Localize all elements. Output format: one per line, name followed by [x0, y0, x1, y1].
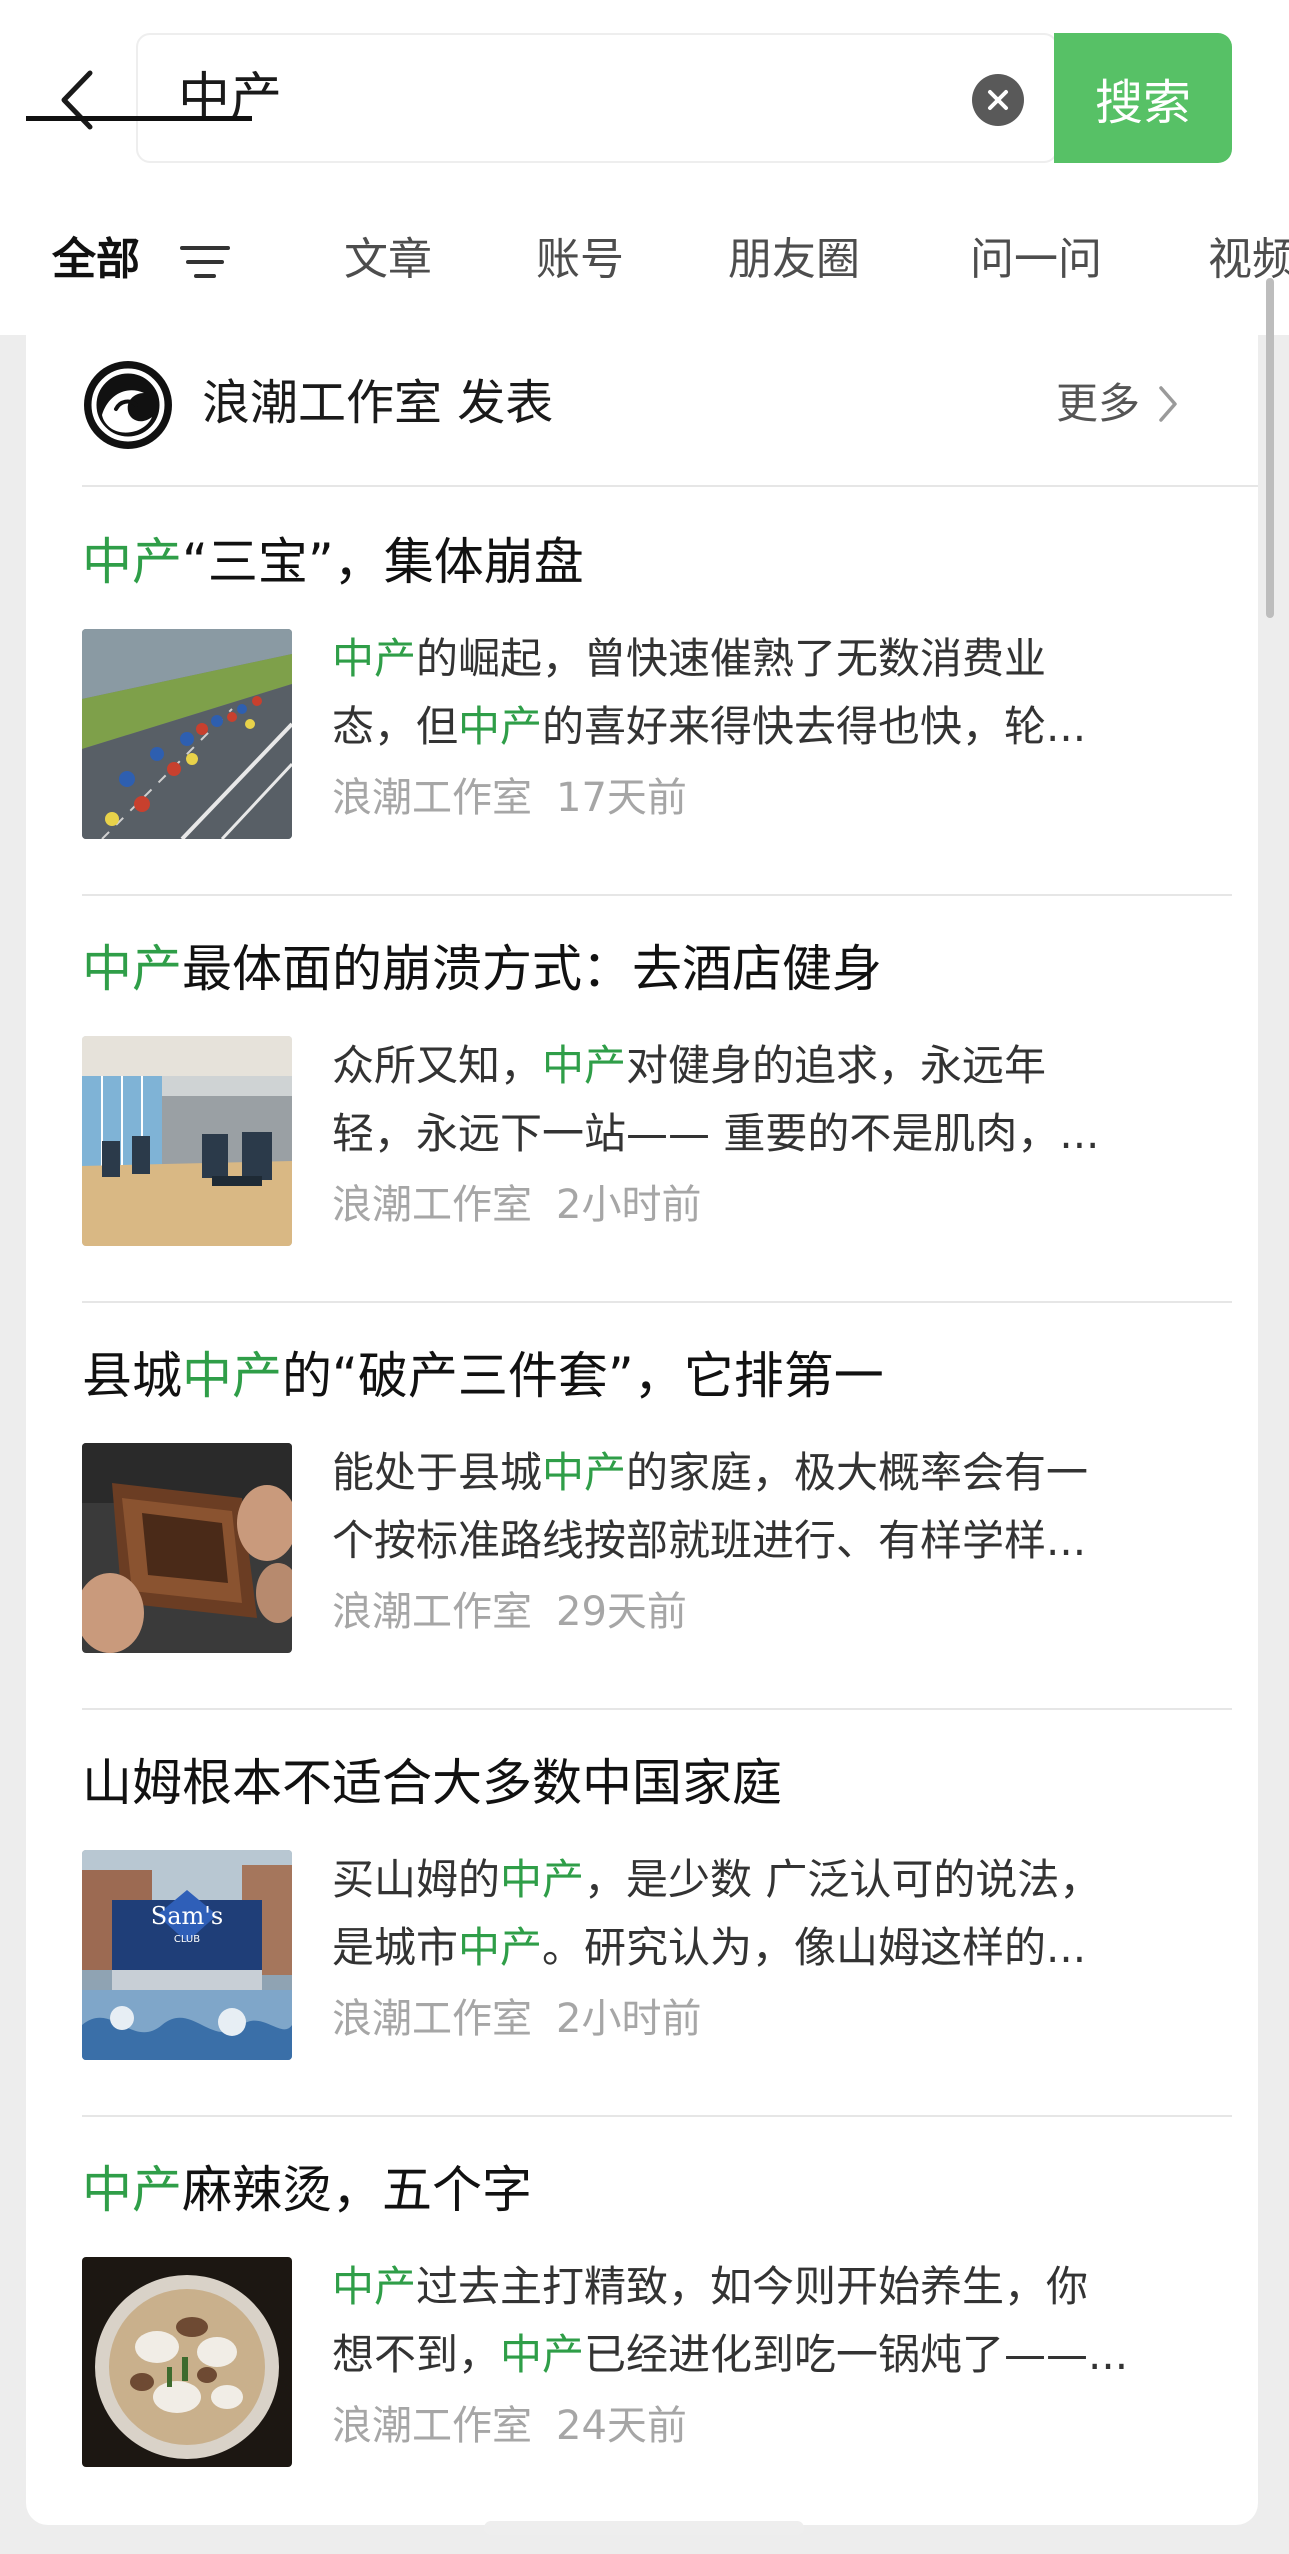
- back-button[interactable]: [52, 62, 102, 138]
- keyword-highlight: 中产: [542, 1041, 627, 1090]
- text-segment: ，是少数 广泛认可的说法，: [584, 1855, 1102, 1904]
- store-sign-text: Sam's: [151, 1902, 223, 1930]
- article-item[interactable]: 县城中产的“破产三件套”，它排第一 能处于县城中产的家庭，极大概率会有一 个按标…: [82, 1301, 1232, 1708]
- article-snippet: 能处于县城中产的家庭，极大概率会有一 个按标准路线按部就班进行、有样学样...: [332, 1439, 1212, 1575]
- search-header: 中产 搜索 全部 文章 账号 朋友圈 问一问 视频: [0, 0, 1289, 335]
- tab-video[interactable]: 视频: [1208, 230, 1289, 290]
- article-title: 中产“三宝”，集体崩盘: [82, 529, 584, 595]
- chevron-left-icon: [61, 70, 93, 130]
- close-icon: [988, 90, 1008, 110]
- keyword-highlight: 中产: [82, 533, 182, 591]
- article-meta: 浪潮工作室 24天前: [332, 2397, 687, 2455]
- article-title: 中产麻辣烫，五个字: [82, 2157, 532, 2223]
- text-segment: 的崛起，曾快速催熟了无数消费业: [416, 634, 1047, 683]
- text-segment: 轻，永远下一站—— 重要的不是肌肉，...: [332, 1109, 1100, 1158]
- article-item[interactable]: 中产最体面的崩溃方式：去酒店健身 众所又知，中产对健身的追求，永远年 轻，永远下…: [82, 894, 1232, 1301]
- article-title: 县城中产的“破产三件套”，它排第一: [82, 1343, 884, 1409]
- article-item[interactable]: 中产“三宝”，集体崩盘 中产的崛起，曾快速催熟了无数消费业 态，但中产的喜好来得…: [82, 487, 1232, 894]
- active-tab-indicator: [26, 116, 252, 121]
- keyword-highlight: 中产: [332, 2262, 417, 2311]
- keyword-highlight: 中产: [182, 1347, 282, 1405]
- text-segment: 个按标准路线按部就班进行、有样学样...: [332, 1516, 1087, 1565]
- article-snippet: 众所又知，中产对健身的追求，永远年 轻，永远下一站—— 重要的不是肌肉，...: [332, 1032, 1212, 1168]
- article-snippet: 买山姆的中产，是少数 广泛认可的说法， 是城市中产。研究认为，像山姆这样的...: [332, 1846, 1212, 1982]
- sams-club-thumbnail: Sam's CLUB: [82, 1850, 292, 2060]
- clear-search-button[interactable]: [972, 74, 1024, 126]
- article-author: 浪潮工作室: [332, 775, 532, 821]
- text-segment: 山姆根本不适合大多数中国家庭: [82, 1754, 782, 1812]
- tab-all[interactable]: 全部: [52, 230, 140, 290]
- text-segment: 能处于县城: [332, 1448, 543, 1497]
- article-time: 2小时前: [556, 1996, 702, 2042]
- article-meta: 浪潮工作室 17天前: [332, 769, 687, 827]
- source-title: 浪潮工作室 发表: [202, 375, 554, 431]
- cycling-race-thumbnail: [82, 629, 292, 839]
- keyword-highlight: 中产: [542, 1448, 627, 1497]
- keyword-highlight: 中产: [332, 634, 417, 683]
- article-meta: 浪潮工作室 2小时前: [332, 1176, 701, 1234]
- text-segment: 是城市: [332, 1923, 459, 1972]
- more-label: 更多: [1056, 379, 1141, 428]
- article-title: 中产最体面的崩溃方式：去酒店健身: [82, 936, 882, 1002]
- search-button[interactable]: 搜索: [1054, 33, 1232, 163]
- text-segment: “三宝”，集体崩盘: [182, 533, 584, 591]
- text-segment: 买山姆的: [332, 1855, 501, 1904]
- article-title: 山姆根本不适合大多数中国家庭: [82, 1750, 782, 1816]
- text-segment: 众所又知，: [332, 1041, 543, 1090]
- tab-accounts[interactable]: 账号: [536, 230, 624, 290]
- article-time: 29天前: [556, 1589, 687, 1635]
- article-time: 2小时前: [556, 1182, 702, 1228]
- text-segment: 已经进化到吃一锅炖了——...: [584, 2330, 1129, 2379]
- scrollbar[interactable]: [1266, 278, 1274, 618]
- article-author: 浪潮工作室: [332, 2403, 532, 2449]
- results-card: 浪潮工作室 发表 更多 中产“三宝”，集体崩盘 中产的崛起，曾快速催熟了无数消费…: [26, 335, 1258, 2525]
- keyword-highlight: 中产: [500, 2330, 585, 2379]
- article-item[interactable]: 山姆根本不适合大多数中国家庭 Sam's CLUB 买山姆的中产，是少数 广泛认…: [82, 1708, 1232, 2115]
- article-snippet: 中产的崛起，曾快速催熟了无数消费业 态，但中产的喜好来得快去得也快，轮...: [332, 625, 1212, 761]
- keyword-highlight: 中产: [500, 1855, 585, 1904]
- text-segment: 过去主打精致，如今则开始养生，你: [416, 2262, 1089, 2311]
- keyword-highlight: 中产: [82, 2161, 182, 2219]
- filter-tabs: 全部 文章 账号 朋友圈 问一问 视频: [0, 212, 1289, 322]
- filter-icon[interactable]: [180, 242, 230, 282]
- more-link[interactable]: 更多: [1056, 375, 1178, 433]
- text-segment: 的家庭，极大概率会有一: [626, 1448, 1089, 1497]
- article-author: 浪潮工作室: [332, 1589, 532, 1635]
- article-meta: 浪潮工作室 29天前: [332, 1583, 687, 1641]
- search-query-text[interactable]: 中产: [178, 65, 282, 131]
- source-header[interactable]: 浪潮工作室 发表 更多: [26, 335, 1258, 485]
- text-segment: 的“破产三件套”，它排第一: [282, 1347, 884, 1405]
- text-segment: 想不到，: [332, 2330, 501, 2379]
- hotpot-bowl-thumbnail: [82, 2257, 292, 2467]
- wave-logo-icon: [84, 361, 172, 449]
- text-segment: 。研究认为，像山姆这样的...: [542, 1923, 1087, 1972]
- tab-articles[interactable]: 文章: [344, 230, 432, 290]
- article-snippet: 中产过去主打精致，如今则开始养生，你 想不到，中产已经进化到吃一锅炖了——...: [332, 2253, 1212, 2389]
- chevron-right-icon: [1159, 386, 1177, 422]
- text-segment: 态，但: [332, 702, 459, 751]
- search-input[interactable]: 中产: [136, 33, 1058, 163]
- text-segment: 县城: [82, 1347, 182, 1405]
- article-meta: 浪潮工作室 2小时前: [332, 1990, 701, 2048]
- article-item[interactable]: 中产麻辣烫，五个字 中产过去主打精致，如今则开始养生，你 想不到，中产已经进化到…: [82, 2115, 1232, 2522]
- text-segment: 对健身的追求，永远年: [626, 1041, 1047, 1090]
- empty-wallet-thumbnail: [82, 1443, 292, 1653]
- article-time: 17天前: [556, 775, 687, 821]
- article-author: 浪潮工作室: [332, 1182, 532, 1228]
- article-author: 浪潮工作室: [332, 1996, 532, 2042]
- text-segment: 最体面的崩溃方式：去酒店健身: [182, 940, 882, 998]
- article-time: 24天前: [556, 2403, 687, 2449]
- keyword-highlight: 中产: [82, 940, 182, 998]
- keyword-highlight: 中产: [458, 702, 543, 751]
- keyword-highlight: 中产: [458, 1923, 543, 1972]
- text-segment: 麻辣烫，五个字: [182, 2161, 532, 2219]
- tab-moments[interactable]: 朋友圈: [728, 230, 860, 290]
- home-indicator: [484, 2521, 804, 2535]
- text-segment: 的喜好来得快去得也快，轮...: [542, 702, 1087, 751]
- hotel-gym-thumbnail: [82, 1036, 292, 1246]
- tab-ask[interactable]: 问一问: [970, 230, 1102, 290]
- store-sign-subtext: CLUB: [174, 1934, 200, 1945]
